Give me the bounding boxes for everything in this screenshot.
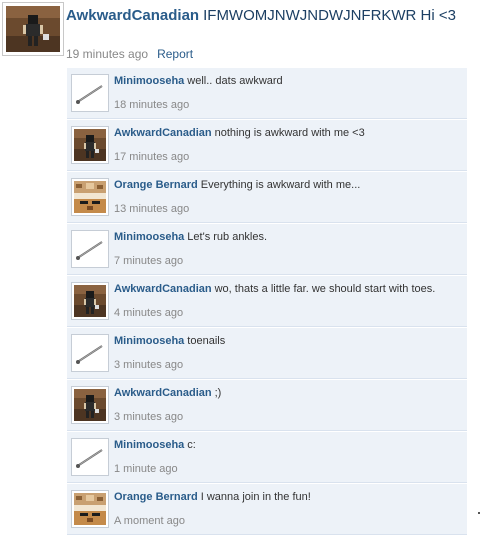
tan-avatar-icon xyxy=(74,181,106,213)
comment-timestamp: 13 minutes ago xyxy=(114,203,190,215)
figure-avatar-icon xyxy=(74,389,106,421)
figure-avatar-icon xyxy=(74,285,106,317)
comment-timestamp: 18 minutes ago xyxy=(114,99,190,111)
comment-timestamp: 3 minutes ago xyxy=(114,411,184,423)
comment-line: Minimooseha toenails xyxy=(114,335,225,347)
comment-item: Minimooseha toenails 3 minutes ago xyxy=(67,328,467,379)
comment-list: Minimooseha well.. dats awkward 18 minutes… xyxy=(67,68,467,536)
comment-line: Orange Bernard Everything is awkward with… xyxy=(114,179,360,191)
figure-avatar-icon xyxy=(6,6,60,52)
figure-avatar-icon xyxy=(74,129,106,161)
comment-timestamp: 3 minutes ago xyxy=(114,359,184,371)
comment-item: Minimooseha Let's rub ankles. 7 minutes ag… xyxy=(67,224,467,275)
comment-timestamp: 7 minutes ago xyxy=(114,255,184,267)
comment-avatar[interactable] xyxy=(71,230,109,268)
comment-item: Orange Bernard Everything is awkward with… xyxy=(67,172,467,223)
post-timestamp: 19 minutes ago xyxy=(66,47,149,61)
comment-line: Orange Bernard I wanna join in the fun! xyxy=(114,491,311,503)
comment-timestamp: A moment ago xyxy=(114,515,185,527)
comment-item: Minimooseha c: 1 minute ago xyxy=(67,432,467,483)
comment-text: nothing is awkward with me <3 xyxy=(214,127,365,139)
comment-avatar[interactable] xyxy=(71,334,109,372)
comment-line: AwkwardCanadian;) xyxy=(114,387,221,399)
comment-text: c: xyxy=(187,439,196,451)
comment-item: Orange Bernard I wanna join in the fun! A … xyxy=(67,484,467,535)
comment-line: Minimooseha Let's rub ankles. xyxy=(114,231,267,243)
post-author-name[interactable]: AwkwardCanadian xyxy=(66,7,199,24)
comment-timestamp: 4 minutes ago xyxy=(114,307,184,319)
comment-avatar[interactable] xyxy=(71,126,109,164)
comment-author-link[interactable]: Minimooseha xyxy=(114,75,184,87)
comment-avatar[interactable] xyxy=(71,490,109,528)
pin-avatar-icon xyxy=(74,233,106,265)
comment-line: Minimooseha c: xyxy=(114,439,196,451)
comment-author-link[interactable]: AwkwardCanadian xyxy=(114,127,212,139)
comment-avatar[interactable] xyxy=(71,178,109,216)
comment-avatar[interactable] xyxy=(71,438,109,476)
comment-text: Everything is awkward with me... xyxy=(200,179,361,191)
comment-author-link[interactable]: Minimooseha xyxy=(114,231,184,243)
comment-author-link[interactable]: AwkwardCanadian xyxy=(114,283,212,295)
stray-dot xyxy=(478,512,480,514)
report-link[interactable]: Report xyxy=(157,47,193,61)
pin-avatar-icon xyxy=(74,441,106,473)
pin-avatar-icon xyxy=(74,77,106,109)
comment-author-link[interactable]: Minimooseha xyxy=(114,439,184,451)
comment-text: ;) xyxy=(214,387,222,399)
comment-text: toenails xyxy=(187,335,226,347)
comment-author-link[interactable]: Orange Bernard xyxy=(114,491,198,503)
tan-avatar-icon xyxy=(74,493,106,525)
comment-item: AwkwardCanadian;) 3 minutes ago xyxy=(67,380,467,431)
comment-text: Let's rub ankles. xyxy=(187,231,268,243)
pin-avatar-icon xyxy=(74,337,106,369)
comment-item: Minimooseha well.. dats awkward 18 minutes… xyxy=(67,68,467,119)
comment-timestamp: 17 minutes ago xyxy=(114,151,190,163)
comment-line: AwkwardCanadian nothing is awkward with m… xyxy=(114,127,365,139)
comment-author-link[interactable]: AwkwardCanadian xyxy=(114,387,212,399)
comment-item: AwkwardCanadian wo, thats a little far. w… xyxy=(67,276,467,327)
comment-avatar[interactable] xyxy=(71,386,109,424)
comment-line: AwkwardCanadian wo, thats a little far. w… xyxy=(114,283,435,295)
status-post: AwkwardCanadian IFMWOMJNWJNDWJNFRKWR Hi <… xyxy=(2,2,481,66)
comment-text: well.. dats awkward xyxy=(187,75,283,87)
post-text: IFMWOMJNWJNDWJNFRKWR Hi <3 xyxy=(203,7,456,24)
comment-author-link[interactable]: Orange Bernard xyxy=(114,179,198,191)
comment-item: AwkwardCanadian nothing is awkward with m… xyxy=(67,120,467,171)
comment-line: Minimooseha well.. dats awkward xyxy=(114,75,283,87)
comment-timestamp: 1 minute ago xyxy=(114,463,178,475)
post-avatar[interactable] xyxy=(2,2,64,56)
post-author-link[interactable]: AwkwardCanadian IFMWOMJNWJNDWJNFRKWR Hi <… xyxy=(66,7,456,24)
comment-avatar[interactable] xyxy=(71,282,109,320)
comment-text: I wanna join in the fun! xyxy=(200,491,311,503)
post-meta: 19 minutes ago Report xyxy=(66,47,193,61)
comment-text: wo, thats a little far. we should start … xyxy=(214,283,436,295)
comment-avatar[interactable] xyxy=(71,74,109,112)
comment-author-link[interactable]: Minimooseha xyxy=(114,335,184,347)
